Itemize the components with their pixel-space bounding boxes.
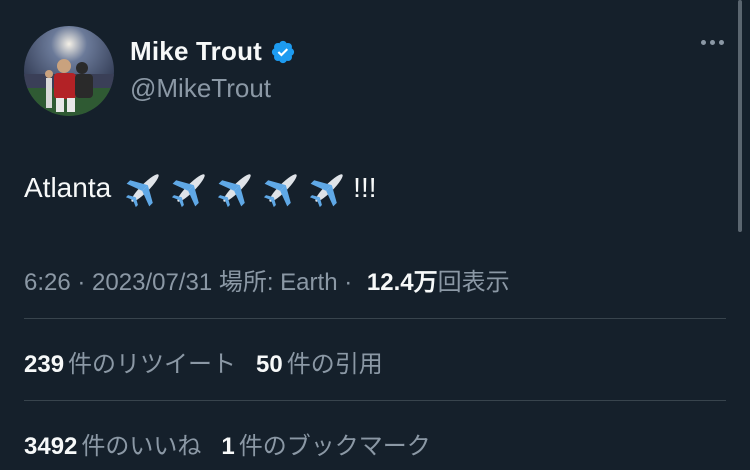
tweet-detail: Mike Trout @MikeTrout Atlanta !!! 6:26 ·…: [0, 0, 750, 470]
retweets-label: 件のリツイート: [68, 351, 237, 378]
airplane-icon: [310, 174, 343, 208]
tweet-time[interactable]: 6:26: [24, 269, 71, 297]
tweet-meta: 6:26 · 2023/07/31 場所: Earth · 12.4万 回表示: [24, 262, 510, 297]
avatar[interactable]: [24, 26, 114, 116]
airplane-icon: [218, 174, 251, 208]
author-name[interactable]: Mike Trout: [130, 36, 262, 67]
retweets-stat[interactable]: 239 件のリツイート: [24, 344, 236, 379]
engagement-row-1: 239 件のリツイート 50 件の引用: [24, 344, 403, 379]
meta-separator: ·: [337, 269, 359, 296]
more-options-icon[interactable]: [701, 40, 724, 45]
retweets-count: 239: [24, 351, 65, 378]
tweet-date[interactable]: 2023/07/31: [92, 269, 212, 297]
tweet-text: Atlanta !!!: [24, 168, 377, 208]
bookmarks-stat[interactable]: 1 件のブックマーク: [221, 426, 430, 461]
views-count[interactable]: 12.4万: [367, 262, 438, 297]
views-label: 回表示: [437, 269, 510, 296]
author-name-row[interactable]: Mike Trout: [130, 36, 296, 67]
scrollbar[interactable]: [738, 0, 742, 232]
verified-badge-icon: [270, 39, 296, 65]
tweet-location: 場所: Earth: [212, 269, 338, 296]
likes-stat[interactable]: 3492 件のいいね: [24, 426, 201, 461]
quotes-label: 件の引用: [286, 351, 383, 378]
quotes-count: 50: [256, 351, 283, 378]
airplane-icon: [172, 174, 205, 208]
likes-count: 3492: [24, 433, 78, 460]
bookmarks-label: 件のブックマーク: [238, 433, 431, 460]
bookmarks-count: 1: [221, 433, 235, 460]
engagement-row-2: 3492 件のいいね 1 件のブックマーク: [24, 426, 451, 461]
airplane-emoji-group: [123, 168, 351, 208]
quotes-stat[interactable]: 50 件の引用: [256, 344, 383, 379]
tweet-text-trailing: !!!: [353, 172, 377, 203]
meta-separator: ·: [70, 269, 93, 296]
airplane-icon: [126, 174, 159, 208]
tweet-text-content: Atlanta: [24, 172, 112, 203]
divider: [24, 400, 726, 401]
airplane-icon: [264, 174, 297, 208]
divider: [24, 318, 726, 319]
likes-label: 件のいいね: [81, 433, 202, 460]
author-handle[interactable]: @MikeTrout: [130, 73, 271, 104]
baseball-player-photo: [24, 26, 114, 116]
